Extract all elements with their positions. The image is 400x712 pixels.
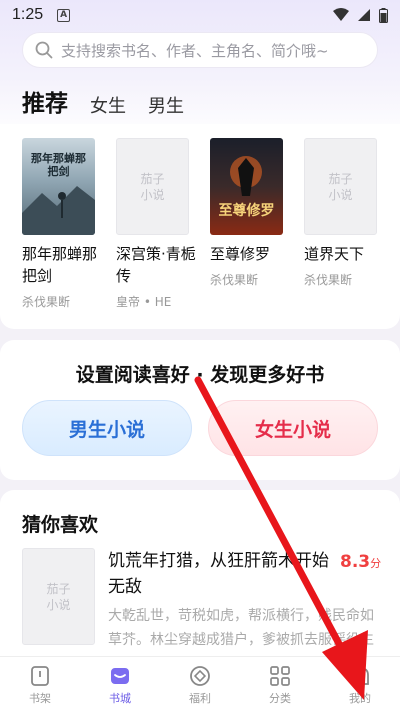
section-title: 猜你喜欢	[22, 514, 99, 536]
male-novel-button[interactable]: 男生小说	[22, 400, 192, 456]
category-tabs: 推荐 女生 男生	[22, 84, 206, 128]
placeholder-logo: 茄子 小说	[46, 581, 71, 612]
book-item[interactable]: 那年那蝉那把剑 那年那蝉那把剑 杀伐果断	[22, 138, 116, 310]
book-cover[interactable]: 至尊修罗	[210, 138, 283, 235]
tab-female[interactable]: 女生	[90, 92, 126, 118]
tab-male-label: 男生	[148, 96, 184, 117]
tab-female-label: 女生	[90, 96, 126, 117]
nav-bookshelf[interactable]: 书架	[0, 657, 80, 712]
welfare-icon	[190, 666, 210, 686]
wifi-icon	[333, 8, 349, 21]
nav-welfare[interactable]: 福利	[160, 657, 240, 712]
battery-icon	[379, 7, 388, 23]
bottom-navigation: 书架 书城 福利 分类 我的	[0, 656, 400, 712]
book-author: 杀伐果断	[210, 273, 259, 287]
book-title[interactable]: 饥荒年打猎，从狂肝箭术开始无敌	[108, 548, 333, 600]
placeholder-logo: 茄子 小说	[328, 171, 353, 202]
search-icon	[35, 41, 53, 59]
tab-recommend[interactable]: 推荐	[22, 84, 68, 128]
bookshelf-icon	[31, 666, 49, 686]
nav-label: 书城	[109, 692, 131, 705]
book-author: 杀伐果断	[304, 273, 353, 287]
status-bar: 1:25 A	[0, 0, 400, 30]
book-cover-placeholder[interactable]: 茄子 小说	[304, 138, 377, 235]
book-score: 8.3分	[340, 552, 382, 572]
recommend-section: 那年那蝉那把剑 那年那蝉那把剑 杀伐果断 茄子 小说 深宫策·青栀传 皇帝 • H…	[0, 124, 400, 329]
nav-bookstore[interactable]: 书城	[80, 657, 160, 712]
nav-label: 福利	[189, 692, 211, 705]
tab-male[interactable]: 男生	[148, 92, 184, 118]
notification-icon: A	[57, 8, 71, 22]
search-placeholder: 支持搜索书名、作者、主角名、简介哦~	[61, 41, 329, 60]
cover-title: 至尊修罗	[218, 203, 275, 219]
book-description: 大乾乱世，苛税如虎，帮派横行，贱民命如草芥。林尘穿越成猎户，爹被抓去服徭役生死未…	[108, 608, 374, 648]
book-row: 那年那蝉那把剑 那年那蝉那把剑 杀伐果断 茄子 小说 深宫策·青栀传 皇帝 • H…	[22, 138, 398, 310]
book-cover-placeholder[interactable]: 茄子 小说	[22, 548, 95, 645]
signal-icon	[358, 9, 370, 21]
book-title[interactable]: 深宫策·青栀传	[116, 243, 198, 287]
profile-icon	[351, 667, 369, 685]
book-title[interactable]: 那年那蝉那把剑	[22, 243, 104, 287]
nav-label: 我的	[349, 692, 371, 705]
book-author: 杀伐果断	[22, 295, 71, 309]
book-author: 皇帝 • HE	[116, 295, 172, 309]
female-novel-button[interactable]: 女生小说	[208, 400, 378, 456]
status-icons	[333, 7, 388, 23]
nav-label: 分类	[269, 692, 291, 705]
bookstore-icon	[111, 668, 129, 684]
book-item[interactable]: 至尊修罗 至尊修罗 杀伐果断	[210, 138, 304, 310]
search-bar[interactable]: 支持搜索书名、作者、主角名、简介哦~	[22, 32, 378, 68]
status-time: 1:25	[12, 6, 44, 23]
book-cover-placeholder[interactable]: 茄子 小说	[116, 138, 189, 235]
category-icon	[270, 666, 290, 686]
cover-title: 那年那蝉那把剑	[31, 152, 86, 178]
book-item[interactable]: 茄子 小说 深宫策·青栀传 皇帝 • HE	[116, 138, 210, 310]
tab-recommend-label: 推荐	[22, 91, 68, 117]
nav-profile[interactable]: 我的	[320, 657, 400, 712]
book-cover[interactable]: 那年那蝉那把剑	[22, 138, 95, 235]
book-title[interactable]: 道界天下	[304, 243, 386, 265]
preference-title: 设置阅读喜好 · 发现更多好书	[75, 364, 325, 386]
cover-art	[230, 156, 262, 196]
book-item[interactable]: 茄子 小说 道界天下 杀伐果断	[304, 138, 398, 310]
book-title[interactable]: 至尊修罗	[210, 243, 292, 265]
nav-label: 书架	[29, 692, 51, 705]
guess-you-like-section: 猜你喜欢 茄子 小说 饥荒年打猎，从狂肝箭术开始无敌 8.3分 大乾乱世，苛税如虎…	[0, 490, 400, 660]
nav-category[interactable]: 分类	[240, 657, 320, 712]
placeholder-logo: 茄子 小说	[140, 171, 165, 202]
reading-preference-section: 设置阅读喜好 · 发现更多好书 男生小说 女生小说	[0, 340, 400, 480]
